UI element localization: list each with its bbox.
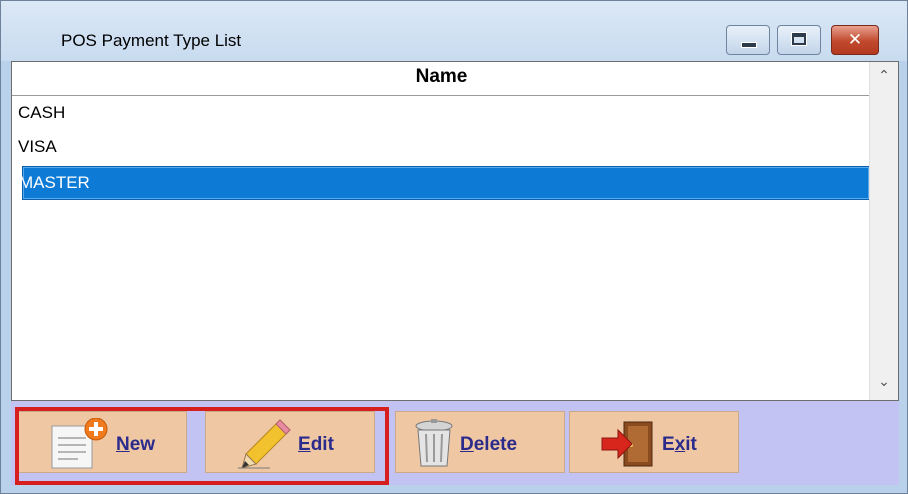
scroll-up-arrow-icon[interactable]: ⌃ — [870, 68, 898, 84]
minimize-button[interactable] — [726, 25, 770, 55]
vertical-scrollbar[interactable]: ⌃ ⌄ — [869, 62, 898, 400]
highlight-box — [15, 407, 389, 485]
exit-door-icon — [601, 421, 653, 467]
trash-can-icon — [415, 419, 453, 467]
delete-button-label: Delete — [460, 434, 518, 455]
table-row-selected[interactable]: MASTER — [19, 166, 870, 200]
window-title: POS Payment Type List — [61, 31, 242, 50]
title-bar[interactable]: POS Payment Type List ✕ — [1, 1, 907, 61]
minimize-icon — [741, 42, 757, 48]
maximize-button[interactable] — [777, 25, 821, 55]
row-cell-name: VISA — [18, 137, 57, 156]
column-header-name[interactable]: Name — [12, 62, 871, 96]
exit-button[interactable]: Exit — [569, 411, 739, 473]
delete-button[interactable]: Delete — [395, 411, 565, 473]
column-header-label: Name — [415, 66, 468, 87]
table-row[interactable]: CASH — [12, 96, 871, 130]
table-row[interactable]: VISA — [12, 130, 871, 164]
pos-payment-type-window: POS Payment Type List ✕ Name CASH VISA M… — [0, 0, 908, 494]
close-button[interactable]: ✕ — [831, 25, 879, 55]
payment-type-grid[interactable]: Name CASH VISA MASTER ⌃ ⌄ — [11, 61, 899, 401]
row-cell-name: CASH — [18, 103, 66, 122]
exit-button-label: Exit — [662, 434, 697, 455]
close-icon: ✕ — [847, 30, 863, 50]
row-cell-name: MASTER — [19, 173, 90, 192]
scroll-down-arrow-icon[interactable]: ⌄ — [870, 374, 898, 390]
maximize-icon — [791, 32, 807, 46]
